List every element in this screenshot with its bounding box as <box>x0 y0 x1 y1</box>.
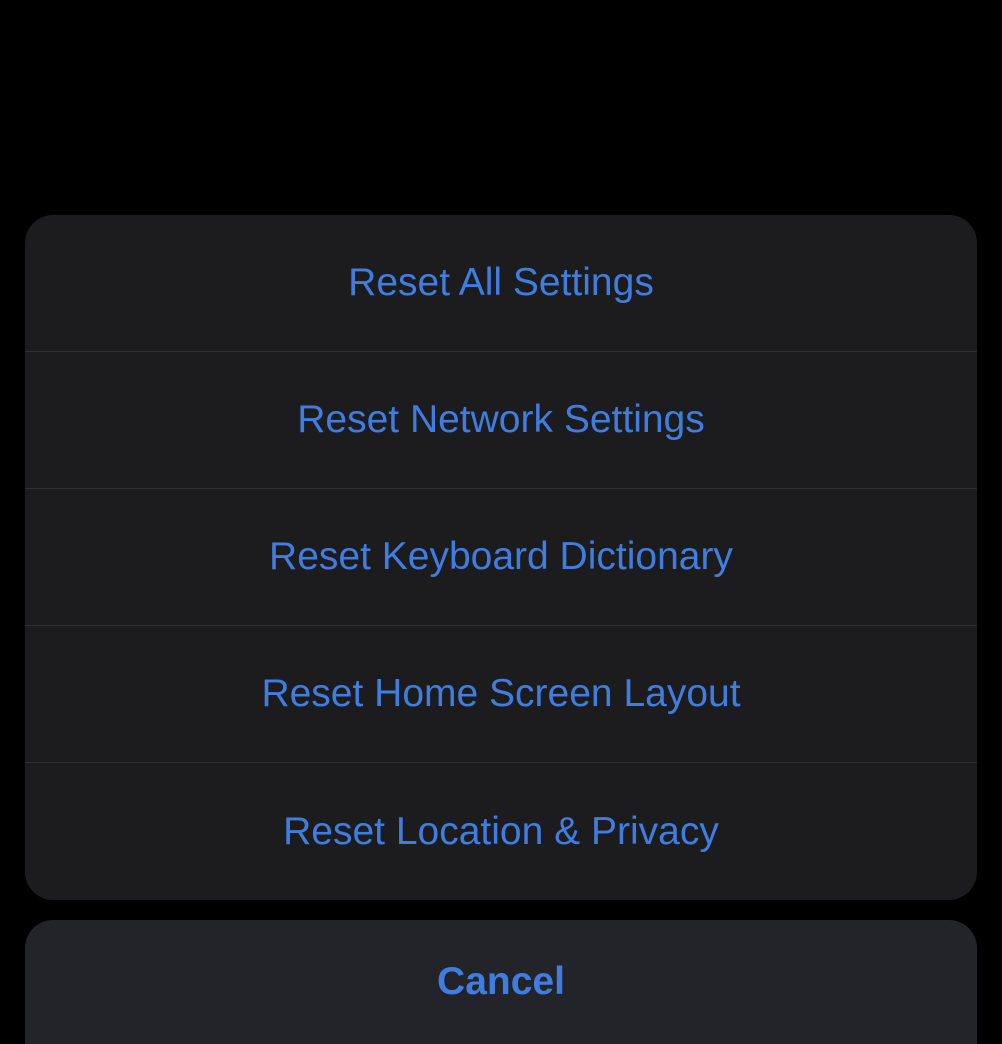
reset-all-settings-button[interactable]: Reset All Settings <box>25 215 977 352</box>
option-label: Reset Location & Privacy <box>283 810 719 854</box>
option-label: Reset Home Screen Layout <box>261 672 740 716</box>
option-label: Reset All Settings <box>348 261 654 305</box>
reset-home-screen-layout-button[interactable]: Reset Home Screen Layout <box>25 626 977 763</box>
reset-location-privacy-button[interactable]: Reset Location & Privacy <box>25 763 977 900</box>
reset-keyboard-dictionary-button[interactable]: Reset Keyboard Dictionary <box>25 489 977 626</box>
option-label: Reset Network Settings <box>297 398 705 442</box>
reset-network-settings-button[interactable]: Reset Network Settings <box>25 352 977 489</box>
cancel-label: Cancel <box>437 960 565 1004</box>
options-group: Reset All Settings Reset Network Setting… <box>25 215 977 900</box>
cancel-button[interactable]: Cancel <box>25 920 977 1044</box>
action-sheet: Reset All Settings Reset Network Setting… <box>25 215 977 1024</box>
option-label: Reset Keyboard Dictionary <box>269 535 733 579</box>
